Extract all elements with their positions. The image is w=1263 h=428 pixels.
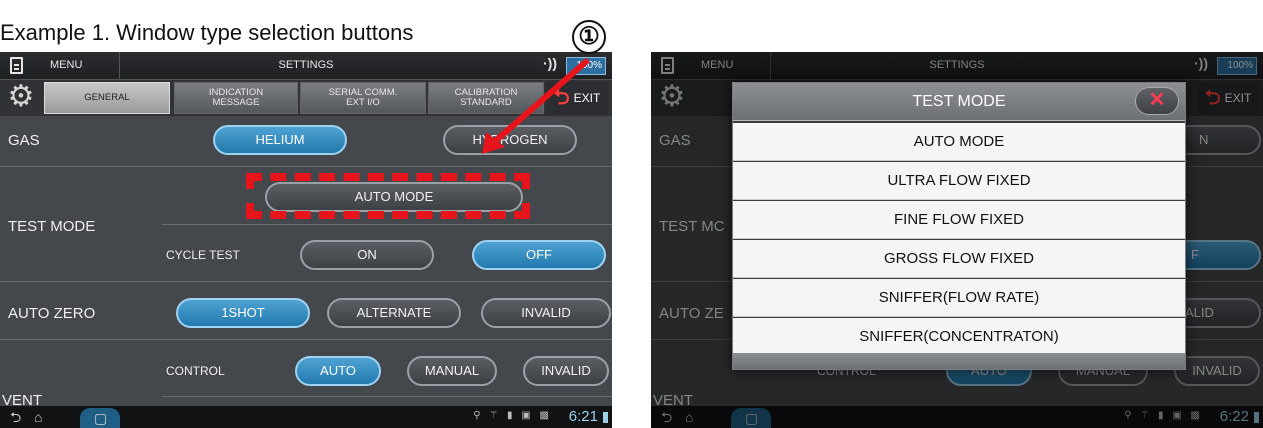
cycle-on-button[interactable]: ON [300, 240, 434, 270]
tab-calibration[interactable]: CALIBRATION STANDARD [428, 82, 544, 114]
cycle-test-label: CYCLE TEST [166, 248, 240, 262]
back-icon[interactable]: ⮌ [10, 409, 21, 425]
control-invalid-button[interactable]: INVALID [523, 356, 609, 386]
option-ultra-flow-fixed[interactable]: ULTRA FLOW FIXED [733, 162, 1185, 200]
exit-button[interactable]: ⮌ EXIT [546, 82, 608, 114]
settings-screen-right: MENU SETTINGS ·)) 100% ⚙ ⮌ EXIT GAS N TE… [651, 52, 1263, 428]
exit-label: EXIT [573, 91, 601, 105]
gas-hydrogen-button[interactable]: HYDROGEN [443, 125, 577, 155]
battery-icon [603, 412, 608, 423]
auto-zero-alternate-button[interactable]: ALTERNATE [327, 298, 461, 328]
divider [162, 224, 612, 225]
dialog-header: TEST MODE ✕ [733, 83, 1185, 121]
auto-zero-label: AUTO ZERO [8, 305, 96, 322]
test-mode-label: TEST MODE [8, 218, 96, 235]
control-auto-button[interactable]: AUTO [295, 356, 381, 386]
divider [0, 281, 612, 282]
tab-general[interactable]: GENERAL [44, 82, 170, 114]
option-gross-flow-fixed[interactable]: GROSS FLOW FIXED [733, 240, 1185, 278]
dialog-title: TEST MODE [912, 93, 1006, 110]
option-fine-flow-fixed[interactable]: FINE FLOW FIXED [733, 201, 1185, 239]
home-icon[interactable]: ⌂ [34, 409, 42, 425]
option-auto-mode[interactable]: AUTO MODE [733, 123, 1185, 161]
tab-indication-message[interactable]: INDICATION MESSAGE [174, 82, 298, 114]
notification-tray-icons: ⚲ ⚚ ▮ ▣ ▩ [473, 410, 552, 421]
highlight-dashed-box [246, 173, 530, 219]
settings-screen-left: MENU SETTINGS ·)) 100% ⚙ GENERAL INDICAT… [0, 52, 612, 428]
dialog-footer [733, 353, 1185, 369]
auto-zero-1shot-button[interactable]: 1SHOT [176, 298, 310, 328]
divider [0, 339, 612, 340]
option-sniffer-concentration[interactable]: SNIFFER(CONCENTRATON) [733, 318, 1185, 356]
gas-label: GAS [8, 132, 40, 149]
gas-helium-button[interactable]: HELIUM [213, 125, 347, 155]
cycle-off-button[interactable]: OFF [472, 240, 606, 270]
tab-bar: ⚙ GENERAL INDICATION MESSAGE SERIAL COMM… [0, 80, 612, 116]
auto-zero-invalid-button[interactable]: INVALID [481, 298, 611, 328]
figure-caption: Example 1. Window type selection buttons [0, 20, 414, 45]
divider [162, 396, 612, 397]
recent-apps-icon: ▢ [94, 410, 108, 426]
control-manual-button[interactable]: MANUAL [407, 356, 497, 386]
status-bar: MENU SETTINGS ·)) 100% [0, 52, 612, 80]
option-sniffer-flow-rate[interactable]: SNIFFER(FLOW RATE) [733, 279, 1185, 317]
clock: 6:21 [568, 408, 598, 425]
close-icon[interactable]: ✕ [1135, 87, 1179, 115]
tab-serial-comm[interactable]: SERIAL COMM. EXT I/O [300, 82, 426, 114]
screen-title: SETTINGS [278, 59, 334, 71]
divider [0, 166, 612, 167]
test-mode-dialog: TEST MODE ✕ AUTO MODE ULTRA FLOW FIXED F… [732, 82, 1186, 370]
android-nav-bar: ⮌ ⌂ ▢ ⚲ ⚚ ▮ ▣ ▩ 6:21 [0, 406, 612, 428]
callout-marker-1: ① [572, 20, 606, 54]
battery-indicator: 100% [566, 57, 606, 75]
control-label: CONTROL [166, 364, 225, 378]
signal-icon: ·)) [543, 55, 557, 71]
recent-apps-highlight[interactable]: ▢ [80, 408, 120, 428]
gear-icon: ⚙ [7, 80, 35, 113]
back-arrow-icon: ⮌ [553, 87, 570, 109]
